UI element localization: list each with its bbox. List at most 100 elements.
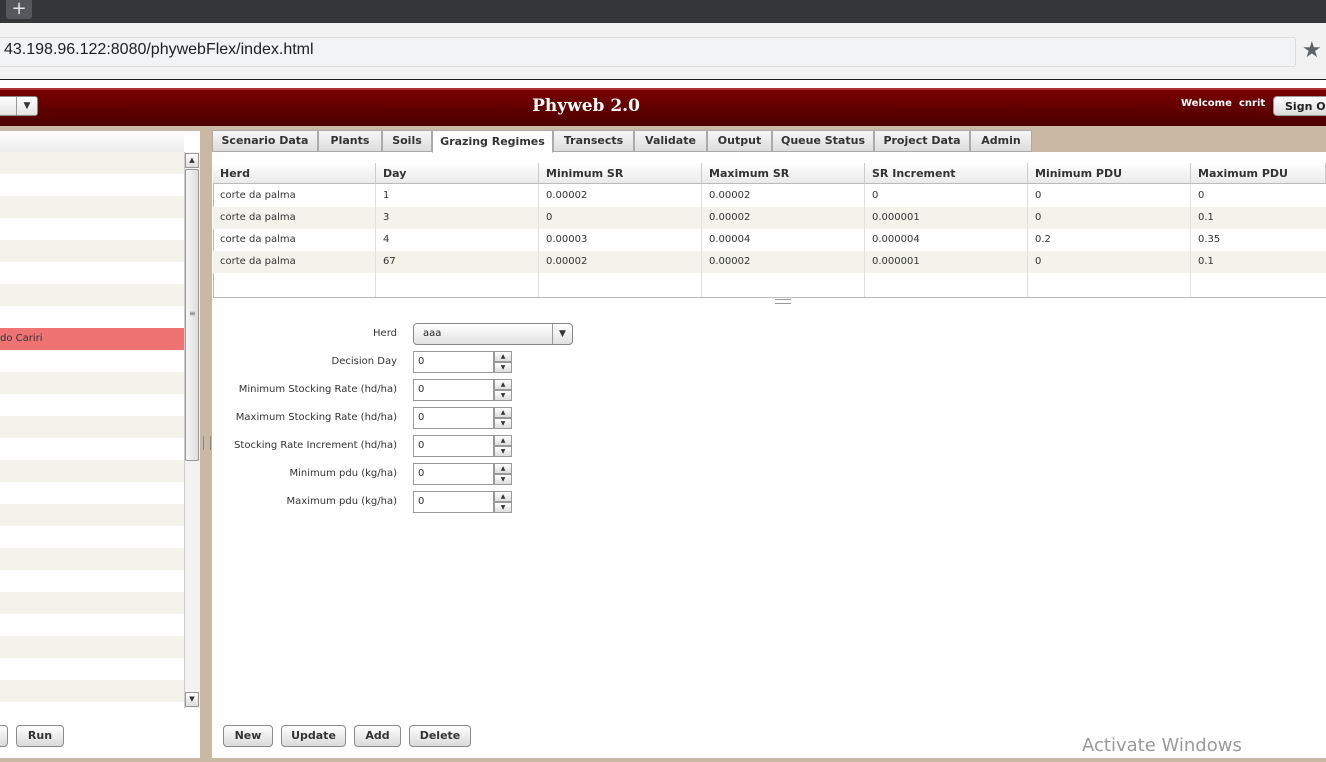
scenario-list-item[interactable] bbox=[0, 548, 184, 570]
scenario-list-item[interactable] bbox=[0, 592, 184, 614]
scenario-list-item[interactable] bbox=[0, 460, 184, 482]
scenario-list-item[interactable] bbox=[0, 196, 184, 218]
increment-arrow-icon[interactable]: ▲ bbox=[494, 463, 512, 474]
minimum-stocking-rate-stepper[interactable]: 0 ▲ ▼ bbox=[413, 379, 513, 401]
decision-day-stepper[interactable]: 0 ▲ ▼ bbox=[413, 351, 513, 373]
scenario-list-item-label: do Cariri bbox=[0, 333, 43, 344]
star-icon[interactable]: ★ bbox=[1302, 38, 1322, 63]
update-button[interactable]: Update bbox=[281, 725, 346, 747]
table-cell: 0 bbox=[1035, 212, 1042, 223]
scenario-list-item[interactable] bbox=[0, 372, 184, 394]
table-cell: 0.00002 bbox=[709, 256, 751, 267]
sign-out-button[interactable]: Sign Out bbox=[1273, 96, 1326, 116]
tab-validate[interactable]: Validate bbox=[634, 130, 707, 152]
minimum-pdu-stepper[interactable]: 0 ▲ ▼ bbox=[413, 463, 513, 485]
left-panel-button[interactable] bbox=[0, 725, 8, 747]
decrement-arrow-icon[interactable]: ▼ bbox=[494, 502, 512, 513]
table-cell: 0.00002 bbox=[546, 256, 588, 267]
column-header-minimum-sr[interactable]: Minimum SR bbox=[539, 163, 702, 184]
new-tab-button[interactable]: + bbox=[6, 0, 32, 19]
scenario-list-item[interactable] bbox=[0, 438, 184, 460]
scenario-list-header bbox=[0, 131, 184, 153]
splitter-handle-icon[interactable] bbox=[775, 299, 791, 304]
stocking-rate-increment-stepper[interactable]: 0 ▲ ▼ bbox=[413, 435, 513, 457]
tab-output[interactable]: Output bbox=[707, 130, 772, 152]
tab-project-data[interactable]: Project Data bbox=[874, 130, 970, 152]
table-cell: 3 bbox=[383, 212, 390, 223]
maximum-stocking-rate-input[interactable]: 0 bbox=[413, 407, 494, 429]
minimum-pdu-input[interactable]: 0 bbox=[413, 463, 494, 485]
increment-arrow-icon[interactable]: ▲ bbox=[494, 491, 512, 502]
scenario-list-item[interactable] bbox=[0, 482, 184, 504]
table-row[interactable] bbox=[213, 273, 1326, 295]
increment-arrow-icon[interactable]: ▲ bbox=[494, 407, 512, 418]
scenario-list-item[interactable] bbox=[0, 504, 184, 526]
table-row[interactable]: corte da palma 67 0.00002 0.00002 0.000001 0 0… bbox=[213, 251, 1326, 273]
minimum-stocking-rate-input[interactable]: 0 bbox=[413, 379, 494, 401]
table-cell: 0.00004 bbox=[709, 234, 751, 245]
scenario-list-item[interactable] bbox=[0, 350, 184, 372]
table-cell: corte da palma bbox=[220, 234, 296, 245]
scenario-list-item[interactable] bbox=[0, 218, 184, 240]
table-row[interactable]: corte da palma 4 0.00003 0.00004 0.000004 0.2… bbox=[213, 229, 1326, 251]
tab-grazing-regimes[interactable]: Grazing Regimes bbox=[432, 130, 553, 153]
column-header-minimum-pdu[interactable]: Minimum PDU bbox=[1028, 163, 1191, 184]
scenario-list-item[interactable] bbox=[0, 394, 184, 416]
stocking-rate-increment-input[interactable]: 0 bbox=[413, 435, 494, 457]
column-header-maximum-sr[interactable]: Maximum SR bbox=[702, 163, 865, 184]
column-header-sr-increment[interactable]: SR Increment bbox=[865, 163, 1028, 184]
herd-label: Herd bbox=[373, 328, 397, 339]
table-row[interactable]: corte da palma 3 0 0.00002 0.000001 0 0.1 bbox=[213, 207, 1326, 229]
maximum-stocking-rate-label: Maximum Stocking Rate (hd/ha) bbox=[235, 412, 397, 423]
maximum-pdu-input[interactable]: 0 bbox=[413, 491, 494, 513]
increment-arrow-icon[interactable]: ▲ bbox=[494, 351, 512, 362]
table-cell: 0.000001 bbox=[872, 256, 920, 267]
decrement-arrow-icon[interactable]: ▼ bbox=[494, 362, 512, 373]
tab-soils[interactable]: Soils bbox=[382, 130, 432, 152]
run-button[interactable]: Run bbox=[16, 725, 64, 747]
scenario-list-item[interactable] bbox=[0, 174, 184, 196]
scenario-list-item[interactable] bbox=[0, 416, 184, 438]
maximum-pdu-stepper[interactable]: 0 ▲ ▼ bbox=[413, 491, 513, 513]
scenario-list-item[interactable] bbox=[0, 240, 184, 262]
scenario-list-item[interactable] bbox=[0, 306, 184, 328]
delete-button[interactable]: Delete bbox=[409, 725, 471, 747]
scenario-list-item[interactable] bbox=[0, 262, 184, 284]
increment-arrow-icon[interactable]: ▲ bbox=[494, 379, 512, 390]
scenario-list-item[interactable] bbox=[0, 680, 184, 702]
scenario-list-item[interactable] bbox=[0, 614, 184, 636]
column-header-herd[interactable]: Herd bbox=[213, 163, 376, 184]
url-text[interactable]: 43.198.96.122:8080/phywebFlex/index.html bbox=[4, 41, 314, 59]
column-header-maximum-pdu[interactable]: Maximum PDU bbox=[1191, 163, 1326, 184]
scenario-list-item[interactable] bbox=[0, 152, 184, 174]
herd-select[interactable]: aaa ▼ bbox=[413, 323, 573, 345]
increment-arrow-icon[interactable]: ▲ bbox=[494, 435, 512, 446]
decrement-arrow-icon[interactable]: ▼ bbox=[494, 474, 512, 485]
tab-admin[interactable]: Admin bbox=[970, 130, 1032, 152]
scenario-list-item[interactable] bbox=[0, 284, 184, 306]
scenario-list-item[interactable] bbox=[0, 636, 184, 658]
column-header-day[interactable]: Day bbox=[376, 163, 539, 184]
table-row[interactable]: corte da palma 1 0.00002 0.00002 0 0 0 bbox=[213, 185, 1326, 207]
scroll-up-button[interactable]: ▲ bbox=[185, 153, 199, 168]
maximum-stocking-rate-stepper[interactable]: 0 ▲ ▼ bbox=[413, 407, 513, 429]
scenario-list-item[interactable]: do Cariri bbox=[0, 328, 184, 350]
scenario-list-item[interactable] bbox=[0, 658, 184, 680]
tab-plants[interactable]: Plants bbox=[318, 130, 382, 152]
new-button[interactable]: New bbox=[223, 725, 273, 747]
scenario-list-item[interactable] bbox=[0, 526, 184, 548]
decrement-arrow-icon[interactable]: ▼ bbox=[494, 390, 512, 401]
scenario-list-item[interactable] bbox=[0, 570, 184, 592]
table-cell: 4 bbox=[383, 234, 390, 245]
tab-queue-status[interactable]: Queue Status bbox=[772, 130, 874, 152]
table-cell: 67 bbox=[383, 256, 396, 267]
add-button[interactable]: Add bbox=[354, 725, 401, 747]
tab-scenario-data[interactable]: Scenario Data bbox=[212, 130, 318, 152]
decrement-arrow-icon[interactable]: ▼ bbox=[494, 446, 512, 457]
tab-transects[interactable]: Transects bbox=[553, 130, 634, 152]
decision-day-input[interactable]: 0 bbox=[413, 351, 494, 373]
decrement-arrow-icon[interactable]: ▼ bbox=[494, 418, 512, 429]
scroll-down-button[interactable]: ▼ bbox=[185, 692, 199, 707]
table-cell: 0.2 bbox=[1035, 234, 1051, 245]
table-cell: 0 bbox=[1198, 190, 1205, 201]
